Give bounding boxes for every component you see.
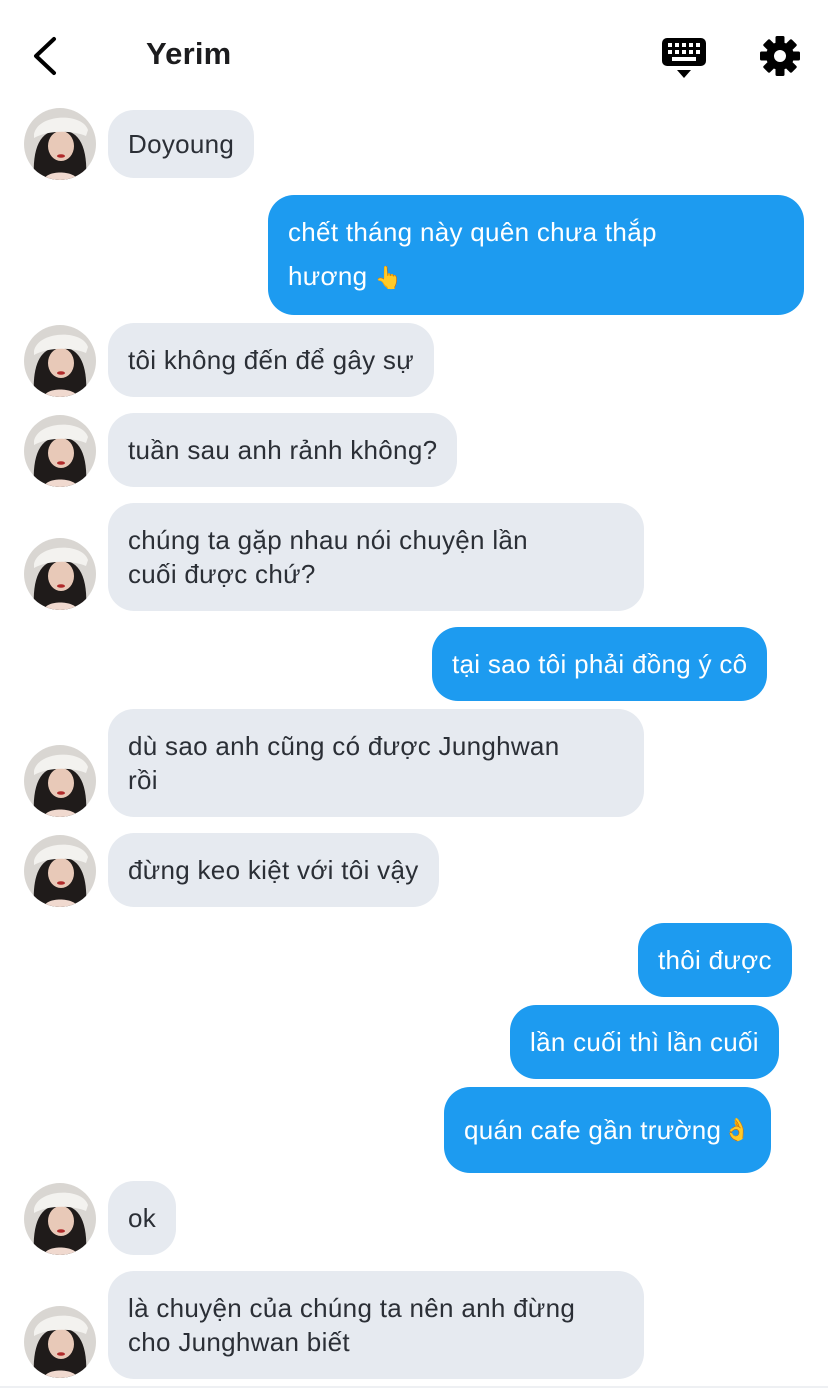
avatar[interactable]: [24, 1183, 96, 1255]
message-text: đừng keo kiệt với tôi vậy: [128, 855, 419, 885]
back-button[interactable]: [26, 34, 70, 78]
message-text-line: rồi: [128, 765, 158, 795]
message-text: thôi được: [658, 945, 772, 975]
message-text-line: dù sao anh cũng có được Junghwan: [128, 731, 560, 761]
message-bubble-outgoing[interactable]: tại sao tôi phải đồng ý cô: [432, 627, 768, 701]
message-text: tuần sau anh rảnh không?: [128, 435, 438, 465]
message-bubble-incoming[interactable]: tuần sau anh rảnh không?: [108, 413, 458, 487]
avatar[interactable]: [24, 1306, 96, 1378]
message-bubble-incoming[interactable]: dù sao anh cũng có được Junghwan rồi: [108, 709, 644, 817]
keyboard-icon: [662, 38, 706, 78]
message-text-line: chúng ta gặp nhau nói chuyện lần: [128, 525, 528, 555]
avatar[interactable]: [24, 415, 96, 487]
chat-header: Yerim: [0, 0, 828, 110]
avatar[interactable]: [24, 325, 96, 397]
keyboard-button[interactable]: [660, 36, 708, 80]
avatar[interactable]: [24, 835, 96, 907]
divider: [0, 1386, 828, 1388]
message-bubble-outgoing[interactable]: chết tháng này quên chưa thắp hương 👆: [268, 195, 804, 315]
avatar[interactable]: [24, 745, 96, 817]
message-text: ok: [128, 1203, 157, 1233]
message-text: Doyoung: [128, 129, 235, 159]
message-text: tôi không đến để gây sự: [128, 345, 414, 375]
message-bubble-incoming[interactable]: Doyoung: [108, 110, 255, 178]
message-text-line: chết tháng này quên chưa thắp: [288, 217, 657, 247]
message-text: quán cafe gần trường: [464, 1115, 722, 1145]
message-bubble-incoming[interactable]: ok: [108, 1181, 177, 1255]
message-text: lần cuối thì lần cuối: [530, 1027, 759, 1057]
message-bubble-incoming[interactable]: chúng ta gặp nhau nói chuyện lần cuối đư…: [108, 503, 644, 611]
message-bubble-outgoing[interactable]: thôi được: [638, 923, 792, 997]
message-bubble-outgoing[interactable]: quán cafe gần trường 👌: [444, 1087, 771, 1173]
settings-button[interactable]: [758, 34, 802, 78]
message-bubble-incoming[interactable]: là chuyện của chúng ta nên anh đừng cho …: [108, 1271, 644, 1379]
avatar[interactable]: [24, 538, 96, 610]
message-text-line: cho Junghwan biết: [128, 1327, 350, 1357]
contact-name[interactable]: Yerim: [146, 36, 231, 72]
avatar[interactable]: [24, 108, 96, 180]
pointing-up-emoji-icon: 👆: [374, 265, 403, 290]
message-bubble-incoming[interactable]: đừng keo kiệt với tôi vậy: [108, 833, 439, 907]
message-text-line: cuối được chứ?: [128, 559, 316, 589]
message-text-line: là chuyện của chúng ta nên anh đừng: [128, 1293, 576, 1323]
ok-hand-emoji-icon: 👌: [723, 1117, 751, 1142]
message-bubble-outgoing[interactable]: lần cuối thì lần cuối: [510, 1005, 779, 1079]
gear-icon: [760, 36, 800, 76]
message-text: tại sao tôi phải đồng ý cô: [452, 649, 748, 679]
message-text-line: hương: [288, 261, 368, 291]
chevron-left-icon: [34, 37, 56, 75]
message-bubble-incoming[interactable]: tôi không đến để gây sự: [108, 323, 434, 397]
